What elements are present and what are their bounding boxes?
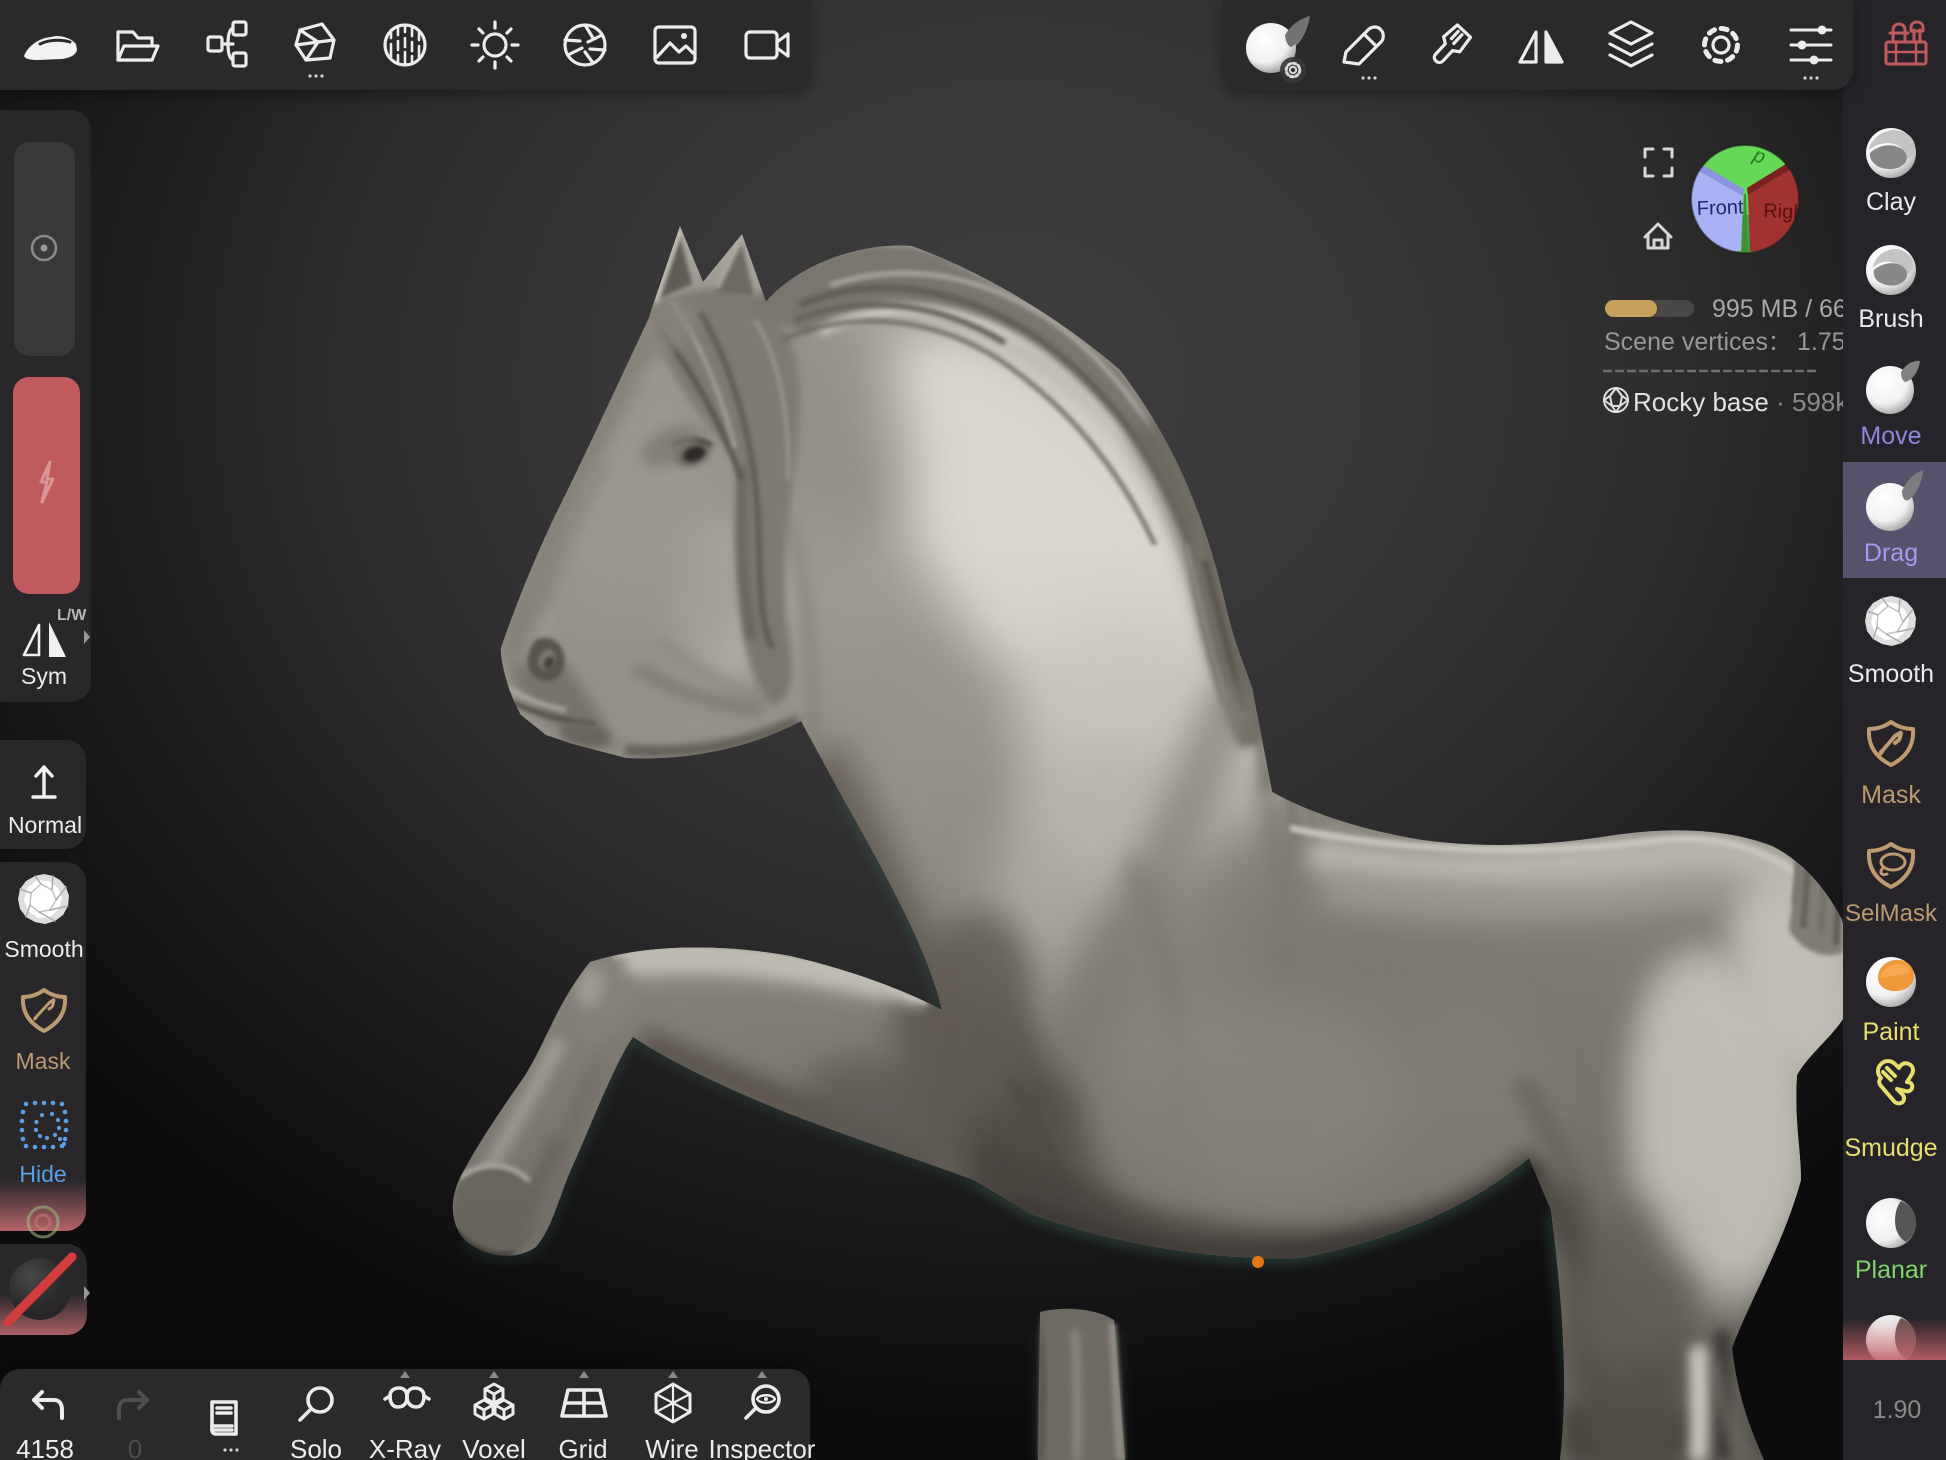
svg-text:Front: Front — [1696, 196, 1744, 220]
svg-text:L/W: L/W — [57, 607, 87, 624]
